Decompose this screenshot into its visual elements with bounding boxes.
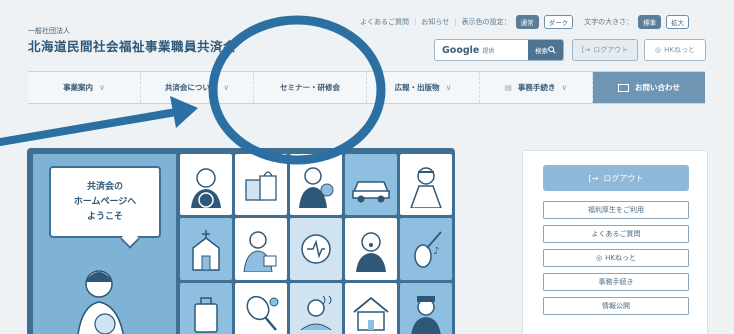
divider: | bbox=[454, 18, 457, 26]
site-search[interactable]: Google 提供 検索 bbox=[434, 39, 564, 61]
welcome-panel: 共済会の ホームページへ ようこそ bbox=[33, 154, 176, 334]
nav-item-about[interactable]: 共済会について ∨ bbox=[141, 72, 254, 103]
sidebar-link-label: 情報公開 bbox=[602, 302, 630, 310]
color-normal-button[interactable]: 通常 bbox=[515, 15, 539, 29]
illustration-tennis bbox=[235, 282, 287, 334]
main-navigation: 事業案内 ∨ 共済会について ∨ セミナー・研修会 広報・出版物 ∨ ▤ 事務手続き ∨ … bbox=[28, 71, 705, 104]
document-icon: ▤ bbox=[504, 83, 512, 92]
sidebar-logout-label: ログアウト bbox=[603, 173, 644, 183]
header-hknet-button[interactable]: ◎ HKねっと bbox=[644, 39, 706, 61]
font-standard-button[interactable]: 標準 bbox=[638, 15, 662, 29]
chevron-down-icon: ∨ bbox=[561, 83, 568, 92]
illustration-officer bbox=[400, 282, 452, 334]
search-icon bbox=[548, 46, 556, 54]
nav-label: 広報・出版物 bbox=[394, 83, 440, 92]
sidebar-logout-button[interactable]: [→ ログアウト bbox=[543, 165, 689, 191]
sidebar-link-faq[interactable]: よくあるご質問 bbox=[543, 225, 689, 243]
illustration-violin: ♪ bbox=[400, 218, 452, 280]
nav-item-contact[interactable]: お問い合わせ bbox=[593, 72, 705, 103]
illustration-driver bbox=[180, 154, 232, 216]
hero-banner: 共済会の ホームページへ ようこそ ♪ bbox=[27, 148, 455, 334]
font-size-label: 文字の大きさ： bbox=[584, 18, 634, 26]
google-search-input[interactable]: Google 提供 bbox=[442, 45, 494, 56]
color-dark-button[interactable]: ダーク bbox=[543, 15, 574, 29]
illustration-grid: ♪ bbox=[180, 154, 452, 334]
nav-item-publications[interactable]: 広報・出版物 ∨ bbox=[367, 72, 480, 103]
welcome-line: 共済会の bbox=[86, 181, 123, 192]
nav-item-seminar[interactable]: セミナー・研修会 bbox=[254, 72, 367, 103]
illustration-church bbox=[180, 218, 232, 280]
sidebar-link-label: 事務手続き bbox=[598, 278, 634, 286]
chevron-down-icon: ∨ bbox=[445, 83, 452, 92]
divider: | bbox=[414, 18, 417, 26]
illustration-onsen bbox=[290, 282, 342, 334]
annotation-arrow bbox=[0, 106, 192, 146]
sidebar-link-label: HKねっと bbox=[605, 254, 636, 262]
display-color-label: 表示色の設定： bbox=[461, 18, 511, 26]
globe-icon: ◎ bbox=[655, 46, 662, 54]
mail-icon bbox=[618, 83, 629, 92]
welcome-line: ようこそ bbox=[86, 211, 123, 222]
header-logout-button[interactable]: [→ ログアウト bbox=[572, 39, 638, 61]
provided-label: 提供 bbox=[482, 47, 495, 55]
sidebar-link-label: よくあるご質問 bbox=[591, 230, 641, 238]
logout-icon: [→ bbox=[588, 173, 599, 183]
nav-label: 共済会について bbox=[164, 83, 218, 92]
illustration-singer bbox=[345, 218, 397, 280]
sidebar-link-welfare[interactable]: 福利厚生をご利用 bbox=[543, 201, 689, 219]
illustration-health-check bbox=[290, 218, 342, 280]
logout-icon: [→ bbox=[581, 46, 591, 54]
nav-label: セミナー・研修会 bbox=[280, 83, 340, 92]
header-hknet-label: HKねっと bbox=[664, 46, 695, 54]
page: 一般社団法人 北海道民間社会福祉事業職員共済会 よくあるご質問 | お知らせ |… bbox=[0, 0, 734, 334]
mother-baby-illustration bbox=[77, 270, 124, 334]
faq-link[interactable]: よくあるご質問 bbox=[360, 17, 409, 27]
sidebar-link-hknet[interactable]: ◎ HKねっと bbox=[543, 249, 689, 267]
header-logout-label: ログアウト bbox=[593, 46, 629, 54]
illustration-car bbox=[345, 154, 397, 216]
sidebar-link-disclosure[interactable]: 情報公開 bbox=[543, 297, 689, 315]
sidebar-panel: [→ ログアウト 福利厚生をご利用 よくあるご質問 ◎ HKねっと 事務手続き 情… bbox=[522, 150, 708, 334]
utility-bar: よくあるご質問 | お知らせ | 表示色の設定： 通常 ダーク 文字の大きさ： … bbox=[360, 15, 690, 29]
illustration-house bbox=[345, 282, 397, 334]
globe-icon: ◎ bbox=[596, 254, 603, 262]
welcome-line: ホームページへ bbox=[73, 196, 137, 207]
illustration-gift-woman bbox=[235, 218, 287, 280]
illustration-bouquet-man bbox=[290, 154, 342, 216]
nav-label: 事業案内 bbox=[63, 83, 94, 92]
illustration-shopping-bags bbox=[235, 154, 287, 216]
illustration-suitcase bbox=[180, 282, 232, 334]
svg-text:♪: ♪ bbox=[433, 246, 439, 257]
search-button-label: 検索 bbox=[535, 47, 548, 55]
sidebar-link-label: 福利厚生をご利用 bbox=[588, 206, 644, 214]
site-logo-title[interactable]: 北海道民間社会福祉事業職員共済会 bbox=[28, 36, 236, 55]
chevron-down-icon: ∨ bbox=[223, 83, 230, 92]
sidebar-link-procedures[interactable]: 事務手続き bbox=[543, 273, 689, 291]
nav-item-business[interactable]: 事業案内 ∨ bbox=[28, 72, 141, 103]
google-brand: Google bbox=[442, 44, 480, 56]
search-button[interactable]: 検索 bbox=[528, 40, 563, 60]
nav-item-procedures[interactable]: ▤ 事務手続き ∨ bbox=[480, 72, 593, 103]
welcome-bubble: 共済会の ホームページへ ようこそ bbox=[49, 166, 161, 238]
nav-label: お問い合わせ bbox=[635, 83, 680, 92]
news-link[interactable]: お知らせ bbox=[421, 17, 449, 27]
nav-label: 事務手続き bbox=[517, 83, 556, 92]
font-large-button[interactable]: 拡大 bbox=[666, 15, 690, 29]
illustration-bride bbox=[400, 154, 452, 216]
org-type-label: 一般社団法人 bbox=[28, 27, 70, 35]
chevron-down-icon: ∨ bbox=[99, 83, 105, 92]
